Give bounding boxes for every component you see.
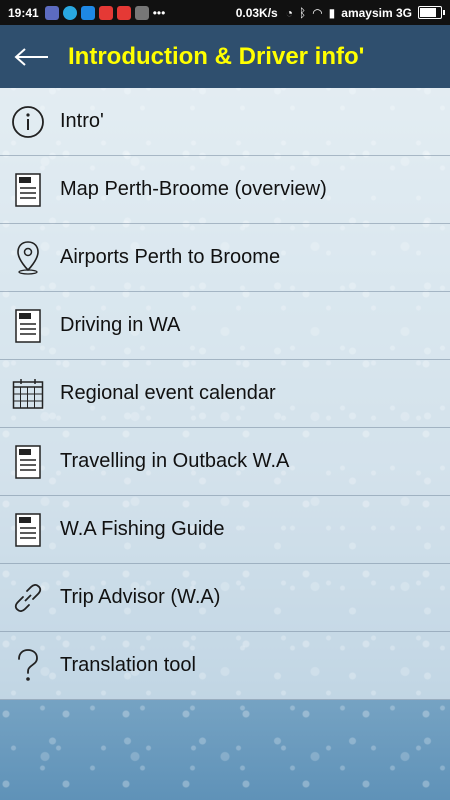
notification-skype-icon — [62, 5, 77, 20]
notification-more-icon: ••• — [152, 5, 166, 20]
menu-item-trip-advisor[interactable]: Trip Advisor (W.A) — [0, 564, 450, 632]
notification-send-icon — [80, 5, 95, 20]
back-button[interactable] — [0, 25, 64, 88]
menu-item-label: Intro' — [60, 110, 104, 132]
status-bar: 19:41 ••• 0.03K/s ◔ ᛒ ◠ ▮ amaysim 3G — [0, 0, 450, 25]
wifi-icon: ◠ — [312, 5, 323, 20]
menu-item-translation-tool[interactable]: Translation tool — [0, 632, 450, 700]
info-icon — [0, 88, 56, 155]
menu-item-fishing-guide[interactable]: W.A Fishing Guide — [0, 496, 450, 564]
carrier-name: amaysim 3G — [341, 5, 412, 20]
menu-item-label: Regional event calendar — [60, 382, 276, 404]
menu-item-label: Airports Perth to Broome — [60, 246, 281, 268]
pdf-document-icon — [0, 428, 56, 495]
network-speed: 0.03K/s — [235, 5, 278, 20]
alarm-icon: ◔ — [285, 5, 293, 20]
link-icon — [0, 564, 56, 631]
page-title: Introduction & Driver info' — [68, 42, 365, 70]
notification-app-icon — [44, 5, 59, 20]
menu-list: Intro' Map Perth-Broome (overview) Airpo… — [0, 88, 450, 700]
menu-item-label: Translation tool — [60, 654, 196, 676]
pdf-document-icon — [0, 156, 56, 223]
menu-item-event-calendar[interactable]: Regional event calendar — [0, 360, 450, 428]
menu-item-label: Travelling in Outback W.A — [60, 450, 290, 472]
calendar-icon — [0, 360, 56, 427]
status-time: 19:41 — [8, 5, 39, 20]
menu-item-label: W.A Fishing Guide — [60, 518, 225, 540]
question-mark-icon — [0, 632, 56, 699]
notification-train-icon — [134, 5, 149, 20]
battery-icon — [418, 6, 445, 19]
menu-item-map-perth-broome[interactable]: Map Perth-Broome (overview) — [0, 156, 450, 224]
menu-item-intro[interactable]: Intro' — [0, 88, 450, 156]
arrow-left-icon — [14, 47, 48, 66]
pdf-document-icon — [0, 496, 56, 563]
menu-item-driving-in-wa[interactable]: Driving in WA — [0, 292, 450, 360]
menu-item-airports[interactable]: Airports Perth to Broome — [0, 224, 450, 292]
pdf-document-icon — [0, 292, 56, 359]
signal-icon: ▮ — [328, 5, 336, 20]
bluetooth-icon: ᛒ — [298, 5, 307, 20]
menu-item-label: Driving in WA — [60, 314, 181, 336]
map-pin-icon — [0, 224, 56, 291]
menu-item-travelling-outback[interactable]: Travelling in Outback W.A — [0, 428, 450, 496]
menu-item-label: Map Perth-Broome (overview) — [60, 178, 327, 200]
notification-infinity-icon — [98, 5, 113, 20]
app-bar: Introduction & Driver info' — [0, 25, 450, 88]
notification-puzzle-icon — [116, 5, 131, 20]
menu-item-label: Trip Advisor (W.A) — [60, 586, 221, 608]
